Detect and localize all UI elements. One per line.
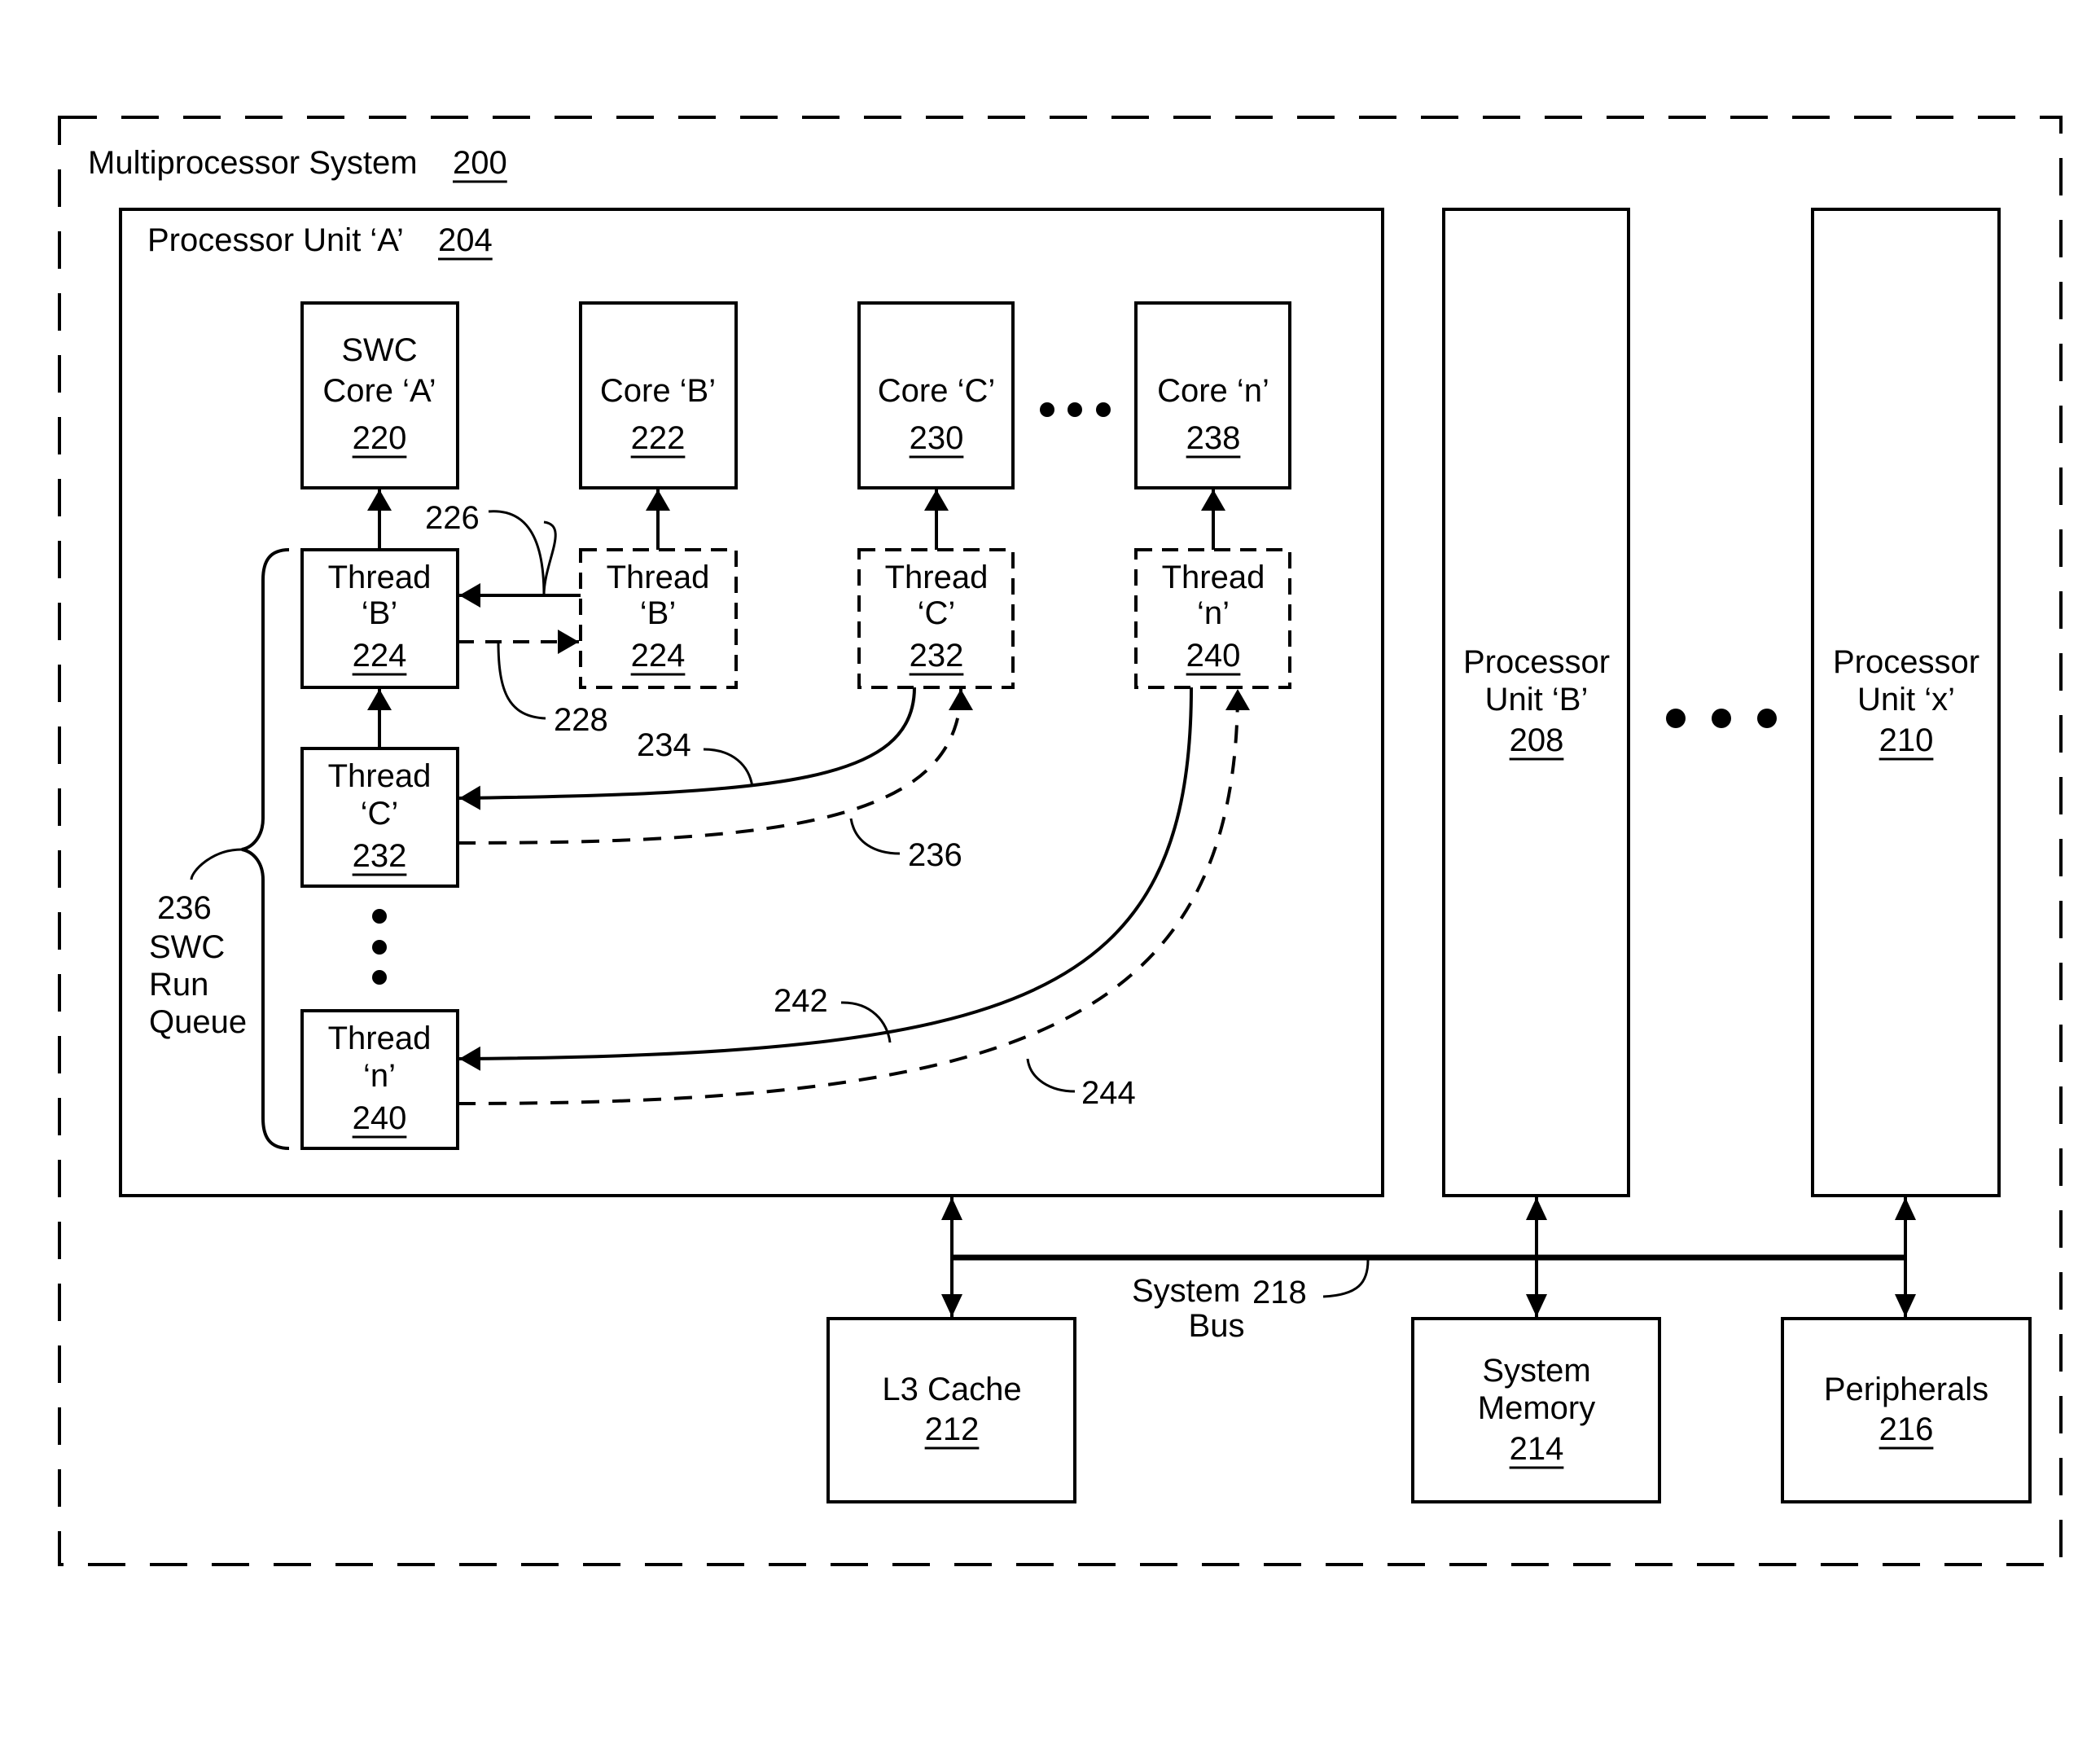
callout-228: 228 (554, 702, 608, 738)
leader-234 (703, 748, 754, 788)
callout-242: 242 (774, 983, 828, 1019)
bus-label-line2: Bus (1189, 1308, 1245, 1344)
arrow-244-dispatch (457, 688, 1250, 1105)
peripherals[interactable]: Peripherals 216 (1781, 1317, 2032, 1503)
queue-thread-b[interactable]: Thread ‘B’ 224 (300, 548, 459, 689)
dispatched-thread-b[interactable]: Thread ‘B’ 224 (579, 548, 738, 689)
dispatched-thread-c-line1: Thread (885, 560, 989, 595)
queue-ellipsis (372, 909, 387, 985)
system-memory-line1: System (1482, 1353, 1590, 1389)
core-b-ref: 222 (631, 420, 686, 456)
queue-thread-c-line1: Thread (328, 758, 432, 794)
processor-unit-x-ref: 210 (1879, 722, 1934, 758)
core-ellipsis (1040, 402, 1111, 417)
core-n-ref: 238 (1186, 420, 1241, 456)
peripherals-ref: 216 (1879, 1411, 1934, 1447)
dispatched-thread-b-line2: ‘B’ (640, 595, 676, 631)
processor-unit-a-ref: 204 (438, 222, 493, 258)
run-queue-line1: SWC (149, 929, 225, 965)
callout-244: 244 (1081, 1075, 1136, 1111)
l3-cache-ref: 212 (925, 1411, 980, 1447)
processor-unit-x-line1: Processor (1833, 644, 1979, 680)
dispatched-thread-n-ref: 240 (1186, 638, 1241, 674)
processor-unit-b[interactable]: Processor Unit ‘B’ 208 (1442, 208, 1630, 1197)
processor-unit-a-label: Processor Unit ‘A’ (147, 222, 404, 258)
system-ref: 200 (453, 145, 507, 181)
processor-unit-ellipsis (1666, 709, 1777, 728)
dispatched-thread-c-ref: 232 (910, 638, 964, 674)
run-queue-line3: Queue (149, 1004, 247, 1040)
core-a-line1: SWC (341, 332, 417, 368)
callout-236-path: 236 (908, 837, 962, 873)
core-a[interactable]: SWC Core ‘A’ 220 (300, 301, 459, 489)
leader-218 (1322, 1259, 1370, 1298)
run-queue-ref: 236 (157, 890, 212, 926)
bus-ref: 218 (1252, 1275, 1307, 1310)
queue-thread-n-ref: 240 (353, 1100, 407, 1136)
queue-thread-n[interactable]: Thread ‘n’ 240 (300, 1009, 459, 1150)
arrow-236-dispatch (457, 688, 973, 845)
dispatched-thread-c[interactable]: Thread ‘C’ 232 (857, 548, 1015, 689)
queue-thread-b-ref: 224 (353, 638, 407, 674)
dispatched-thread-b-ref: 224 (631, 638, 686, 674)
leader-228 (497, 641, 546, 720)
processor-unit-b-ref: 208 (1510, 722, 1564, 758)
leader-236-path (849, 818, 901, 855)
leader-236-queue (190, 848, 243, 880)
core-c-ref: 230 (910, 420, 964, 456)
leader-226 (542, 520, 557, 596)
diagram-canvas: Multiprocessor System 200 Processor Unit… (58, 116, 2063, 1566)
l3-cache[interactable]: L3 Cache 212 (826, 1317, 1076, 1503)
bus-label-line1: System (1132, 1273, 1240, 1309)
dispatched-thread-n-line2: ‘n’ (1197, 595, 1230, 631)
system-memory[interactable]: System Memory 214 (1411, 1317, 1661, 1503)
run-queue-line2: Run (149, 967, 208, 1003)
callout-226: 226 (425, 500, 480, 536)
processor-unit-b-line1: Processor (1463, 644, 1610, 680)
core-n-label: Core ‘n’ (1157, 373, 1269, 409)
queue-thread-n-line2: ‘n’ (363, 1058, 396, 1094)
core-b[interactable]: Core ‘B’ 222 (579, 301, 738, 489)
system-memory-ref: 214 (1510, 1431, 1564, 1467)
core-b-label: Core ‘B’ (600, 373, 716, 409)
core-a-ref: 220 (353, 420, 407, 456)
processor-unit-b-line2: Unit ‘B’ (1485, 682, 1589, 718)
dispatched-thread-b-line1: Thread (607, 560, 710, 595)
queue-thread-b-line1: Thread (328, 560, 432, 595)
queue-thread-b-line2: ‘B’ (362, 595, 397, 631)
l3-cache-label: L3 Cache (882, 1372, 1021, 1407)
leader-244 (1026, 1058, 1076, 1093)
leader-226-curve (488, 510, 546, 596)
system-memory-line2: Memory (1478, 1390, 1595, 1426)
peripherals-label: Peripherals (1824, 1372, 1988, 1407)
core-c-label: Core ‘C’ (878, 373, 995, 409)
queue-thread-n-line1: Thread (328, 1021, 432, 1056)
system-label: Multiprocessor System (88, 145, 418, 181)
processor-unit-x-line2: Unit ‘x’ (1857, 682, 1955, 718)
run-queue-brace (241, 548, 290, 1150)
dispatched-thread-c-line2: ‘C’ (918, 595, 956, 631)
core-a-line2: Core ‘A’ (322, 373, 436, 409)
processor-unit-x[interactable]: Processor Unit ‘x’ 210 (1811, 208, 2001, 1197)
callout-234: 234 (637, 727, 691, 763)
dispatched-thread-n[interactable]: Thread ‘n’ 240 (1134, 548, 1291, 689)
dispatched-thread-n-line1: Thread (1162, 560, 1265, 595)
queue-thread-c-line2: ‘C’ (361, 796, 399, 832)
core-n[interactable]: Core ‘n’ 238 (1134, 301, 1291, 489)
core-c[interactable]: Core ‘C’ 230 (857, 301, 1015, 489)
queue-thread-c[interactable]: Thread ‘C’ 232 (300, 747, 459, 888)
queue-thread-c-ref: 232 (353, 838, 407, 874)
